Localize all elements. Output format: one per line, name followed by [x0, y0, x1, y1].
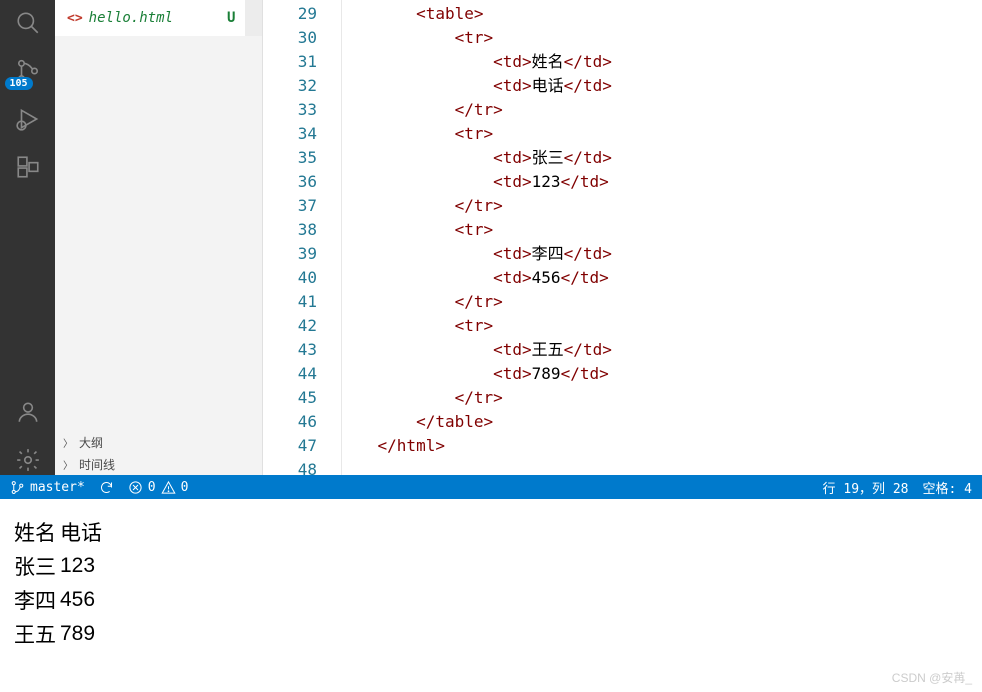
code-line[interactable]: </tr>: [339, 386, 982, 410]
editor-tabs: <> hello.html U: [55, 0, 262, 36]
sync-button[interactable]: [99, 480, 114, 495]
gear-icon[interactable]: [13, 445, 43, 475]
code-line[interactable]: </table>: [339, 410, 982, 434]
table-row: 姓名电话: [14, 515, 106, 549]
line-number: 47: [263, 434, 317, 458]
line-number: 40: [263, 266, 317, 290]
line-number: 48: [263, 458, 317, 482]
line-number: 38: [263, 218, 317, 242]
table-cell: 789: [60, 617, 106, 651]
chevron-right-icon: 〉: [63, 435, 73, 450]
warning-count: 0: [181, 480, 189, 495]
code-line[interactable]: <tr>: [339, 26, 982, 50]
line-number: 35: [263, 146, 317, 170]
code-line[interactable]: <td>李四</td>: [339, 242, 982, 266]
preview-table: 姓名电话张三123李四456王五789: [14, 515, 106, 651]
line-number: 34: [263, 122, 317, 146]
code-line[interactable]: </tr>: [339, 194, 982, 218]
table-cell: 王五: [14, 617, 60, 651]
watermark: CSDN @安苒_: [892, 669, 972, 686]
code-line[interactable]: <td>王五</td>: [339, 338, 982, 362]
line-number: 41: [263, 290, 317, 314]
line-number: 43: [263, 338, 317, 362]
line-number: 37: [263, 194, 317, 218]
indent-guide: [341, 0, 342, 475]
problems[interactable]: 0 0: [128, 480, 189, 495]
code-area[interactable]: <table> <tr> <td>姓名</td> <td>电话</td> </t…: [339, 0, 982, 475]
line-number: 29: [263, 2, 317, 26]
line-number: 44: [263, 362, 317, 386]
code-editor[interactable]: 2930313233343536373839404142434445464748…: [263, 0, 982, 475]
code-line[interactable]: <table>: [339, 2, 982, 26]
table-row: 王五789: [14, 617, 106, 651]
line-number: 39: [263, 242, 317, 266]
code-line[interactable]: <tr>: [339, 314, 982, 338]
code-line[interactable]: <td>姓名</td>: [339, 50, 982, 74]
source-control-icon[interactable]: 105: [13, 56, 43, 86]
scm-badge: 105: [5, 77, 33, 90]
line-number: 33: [263, 98, 317, 122]
line-number: 46: [263, 410, 317, 434]
table-cell: 姓名: [14, 515, 60, 549]
error-count: 0: [148, 480, 156, 495]
code-line[interactable]: </tr>: [339, 98, 982, 122]
git-branch[interactable]: master*: [10, 480, 85, 495]
chevron-right-icon: 〉: [63, 457, 73, 472]
branch-name: master*: [30, 480, 85, 495]
table-row: 张三123: [14, 549, 106, 583]
code-line[interactable]: <td>张三</td>: [339, 146, 982, 170]
table-row: 李四456: [14, 583, 106, 617]
outline-section[interactable]: 〉大纲: [55, 431, 262, 453]
table-cell: 张三: [14, 549, 60, 583]
code-line[interactable]: <td>789</td>: [339, 362, 982, 386]
outline-label: 大纲: [79, 434, 103, 451]
code-line[interactable]: <tr>: [339, 122, 982, 146]
side-panel: <> hello.html U 〉大纲 〉时间线: [55, 0, 263, 475]
file-tab-status: U: [227, 10, 235, 26]
code-line[interactable]: [339, 458, 982, 482]
code-line[interactable]: </tr>: [339, 290, 982, 314]
table-cell: 电话: [60, 515, 106, 549]
line-number: 36: [263, 170, 317, 194]
line-number: 42: [263, 314, 317, 338]
timeline-label: 时间线: [79, 456, 115, 473]
line-gutter: 2930313233343536373839404142434445464748: [263, 0, 339, 475]
line-number: 31: [263, 50, 317, 74]
table-cell: 123: [60, 549, 106, 583]
code-line[interactable]: <td>电话</td>: [339, 74, 982, 98]
html-file-icon: <>: [67, 11, 83, 26]
line-number: 45: [263, 386, 317, 410]
run-debug-icon[interactable]: [13, 104, 43, 134]
timeline-section[interactable]: 〉时间线: [55, 453, 262, 475]
extensions-icon[interactable]: [13, 152, 43, 182]
code-line[interactable]: <td>456</td>: [339, 266, 982, 290]
code-line[interactable]: <td>123</td>: [339, 170, 982, 194]
table-cell: 456: [60, 583, 106, 617]
file-tab-hello[interactable]: <> hello.html U: [55, 0, 245, 36]
table-cell: 李四: [14, 583, 60, 617]
line-number: 30: [263, 26, 317, 50]
line-number: 32: [263, 74, 317, 98]
preview-pane: 姓名电话张三123李四456王五789 CSDN @安苒_: [0, 499, 982, 692]
account-icon[interactable]: [13, 397, 43, 427]
search-icon[interactable]: [13, 8, 43, 38]
activity-bar: 105: [0, 0, 55, 475]
code-line[interactable]: <tr>: [339, 218, 982, 242]
code-line[interactable]: </html>: [339, 434, 982, 458]
file-tab-name: hello.html: [89, 10, 173, 26]
